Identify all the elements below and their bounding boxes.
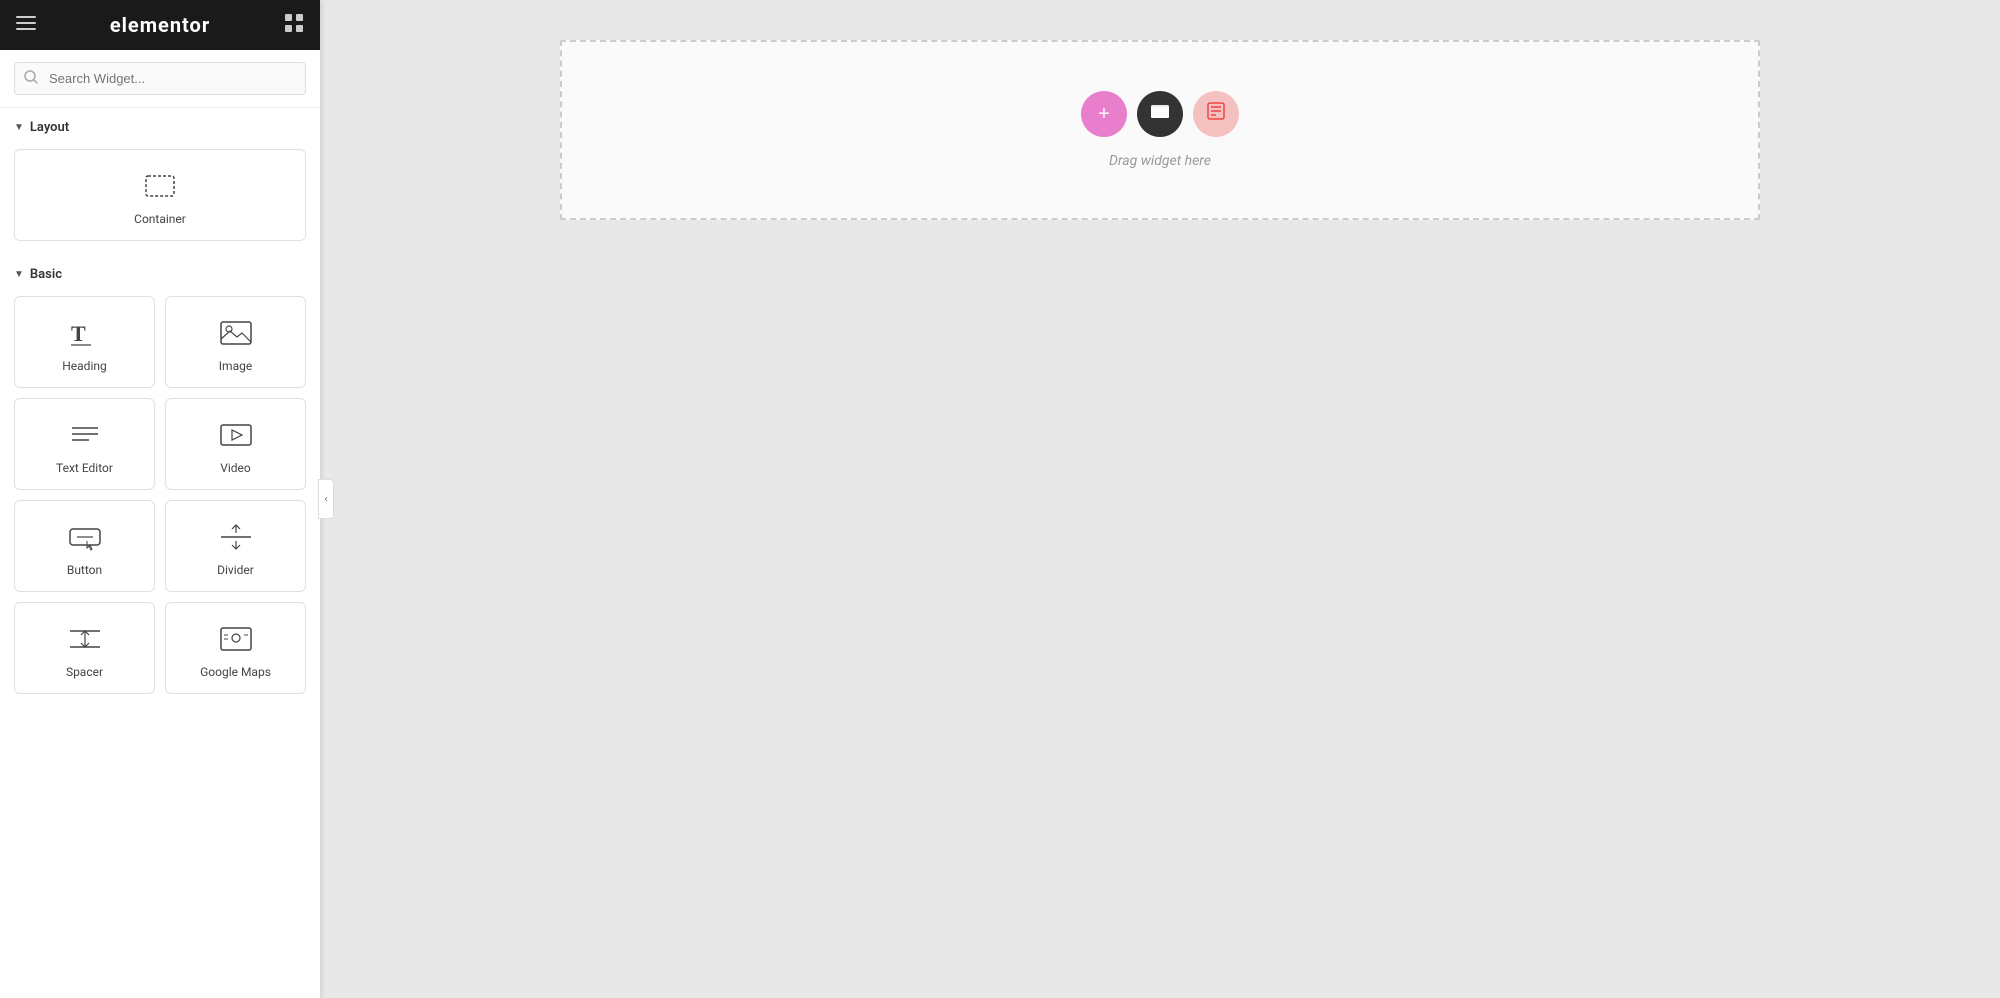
section-layout-label: Layout (30, 120, 69, 135)
container-icon (142, 168, 178, 204)
widget-heading-label: Heading (62, 359, 107, 373)
widget-spacer-label: Spacer (66, 665, 103, 679)
section-basic-label: Basic (30, 267, 62, 282)
news-icon (1205, 100, 1227, 128)
folder-button[interactable] (1137, 91, 1183, 137)
section-basic-header[interactable]: ▼ Basic (0, 255, 320, 290)
canvas-area: + (320, 0, 2000, 998)
widget-text-editor-label: Text Editor (56, 461, 113, 475)
widget-spacer[interactable]: Spacer (14, 602, 155, 694)
widget-video-label: Video (220, 461, 251, 475)
widget-heading[interactable]: T Heading (14, 296, 155, 388)
search-area (0, 50, 320, 108)
widget-text-editor[interactable]: Text Editor (14, 398, 155, 490)
drop-zone-label: Drag widget here (1109, 153, 1211, 169)
folder-icon (1149, 100, 1171, 128)
google-maps-icon (218, 621, 254, 657)
widget-container[interactable]: Container (14, 149, 306, 241)
drop-zone-buttons: + (1081, 91, 1239, 137)
widget-button[interactable]: Button (14, 500, 155, 592)
section-basic: ▼ Basic T Heading (0, 255, 320, 708)
plus-icon: + (1098, 103, 1110, 126)
widget-container-label: Container (134, 212, 186, 226)
widget-button-label: Button (67, 563, 102, 577)
widget-google-maps-label: Google Maps (200, 665, 271, 679)
spacer-icon (67, 621, 103, 657)
search-icon (24, 70, 38, 88)
section-layout: ▼ Layout Container (0, 108, 320, 255)
canvas-container: + (560, 40, 1760, 220)
chevron-basic-icon: ▼ (14, 269, 24, 280)
widget-divider-label: Divider (217, 563, 254, 577)
sidebar: elementor ▼ Layout (0, 0, 320, 998)
layout-widget-grid: Container (0, 143, 320, 255)
top-header: elementor (0, 0, 320, 50)
video-icon (218, 417, 254, 453)
heading-icon: T (67, 315, 103, 351)
drop-zone[interactable]: + (560, 40, 1760, 220)
widget-divider[interactable]: Divider (165, 500, 306, 592)
chevron-layout-icon: ▼ (14, 122, 24, 133)
basic-widget-grid: T Heading Image (0, 290, 320, 708)
text-editor-icon (67, 417, 103, 453)
news-button[interactable] (1193, 91, 1239, 137)
svg-text:T: T (71, 321, 86, 346)
hamburger-icon[interactable] (16, 13, 36, 37)
search-input[interactable] (14, 62, 306, 95)
collapse-handle[interactable]: ‹ (318, 479, 334, 519)
image-icon (218, 315, 254, 351)
widget-image-label: Image (219, 359, 252, 373)
section-layout-header[interactable]: ▼ Layout (0, 108, 320, 143)
widget-image[interactable]: Image (165, 296, 306, 388)
widget-google-maps[interactable]: Google Maps (165, 602, 306, 694)
button-icon (67, 519, 103, 555)
divider-icon (218, 519, 254, 555)
grid-icon[interactable] (284, 13, 304, 37)
logo: elementor (110, 13, 210, 37)
collapse-arrow-icon: ‹ (324, 494, 327, 505)
add-widget-button[interactable]: + (1081, 91, 1127, 137)
widget-video[interactable]: Video (165, 398, 306, 490)
